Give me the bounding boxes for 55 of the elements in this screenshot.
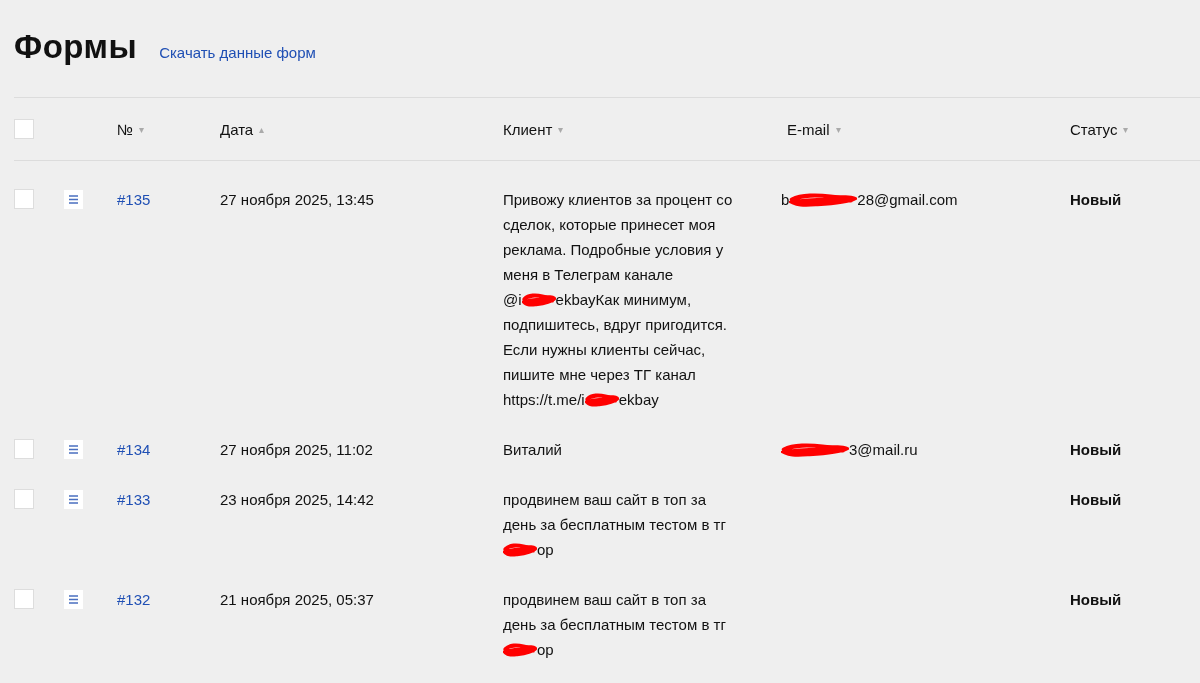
- date-text: 27 ноября 2025, 11:02: [220, 441, 373, 458]
- select-all-checkbox[interactable]: [14, 119, 34, 139]
- form-number-link[interactable]: #133: [117, 491, 151, 508]
- cell-text: 28@gmail.com: [857, 190, 958, 210]
- column-header[interactable]: E-mail: [787, 120, 830, 138]
- cell-text: продвинем ваш сайт в топ за: [503, 490, 706, 510]
- column-header[interactable]: Статус: [1070, 120, 1118, 138]
- cell-text: реклама. Подробные условия у: [503, 240, 724, 260]
- date-text: 21 ноября 2025, 05:37: [220, 591, 374, 608]
- details-icon[interactable]: [64, 490, 83, 509]
- redaction-scribble: [584, 392, 619, 407]
- date-text: 23 ноября 2025, 14:42: [220, 491, 374, 508]
- column-header[interactable]: №: [117, 120, 134, 138]
- form-number-link[interactable]: #135: [117, 191, 151, 208]
- redaction-scribble: [781, 442, 849, 457]
- cell-text: пишите мне через ТГ канал: [503, 365, 696, 385]
- cell-text: Если нужны клиенты сейчас,: [503, 340, 706, 360]
- redaction-scribble: [503, 542, 537, 557]
- redaction-scribble: [503, 642, 537, 657]
- status-text: Новый: [1070, 491, 1122, 508]
- redaction-scribble: [789, 192, 858, 207]
- details-icon[interactable]: [64, 440, 83, 459]
- cell-text: Виталий: [503, 440, 562, 460]
- cell-text: меня в Телеграм канале: [503, 265, 674, 285]
- cell-text: сделок, которые принесет моя: [503, 215, 716, 235]
- cell-text: подпишитесь, вдруг пригодится.: [503, 315, 727, 335]
- cell-text: день за бесплатным тестом в тг: [503, 615, 726, 635]
- cell-text: https://t.me/i: [503, 390, 585, 410]
- cell-text: 3@mail.ru: [849, 440, 918, 460]
- details-icon[interactable]: [64, 590, 83, 609]
- form-number-link[interactable]: #132: [117, 591, 151, 608]
- details-icon[interactable]: [64, 190, 83, 209]
- column-header[interactable]: Клиент: [503, 120, 553, 138]
- row-checkbox[interactable]: [14, 489, 34, 509]
- form-number-link[interactable]: #134: [117, 441, 151, 458]
- cell-text: ор: [537, 540, 554, 560]
- page-title: Формы: [14, 28, 138, 66]
- download-link[interactable]: Скачать данные форм: [159, 44, 316, 61]
- cell-text: ekbayКак минимум,: [555, 290, 692, 310]
- cell-text: день за бесплатным тестом в тг: [503, 515, 726, 535]
- status-text: Новый: [1070, 191, 1122, 208]
- cell-text: Привожу клиентов за процент со: [503, 190, 733, 210]
- status-text: Новый: [1070, 591, 1122, 608]
- redaction-scribble: [521, 292, 556, 307]
- status-text: Новый: [1070, 441, 1122, 458]
- row-checkbox[interactable]: [14, 439, 34, 459]
- cell-text: ор: [537, 640, 554, 660]
- cell-text: ekbay: [618, 390, 659, 410]
- cell-text: b: [781, 190, 790, 210]
- row-checkbox[interactable]: [14, 589, 34, 609]
- cell-text: продвинем ваш сайт в топ за: [503, 590, 706, 610]
- date-text: 27 ноября 2025, 13:45: [220, 191, 374, 208]
- cell-text: @i: [503, 290, 522, 310]
- row-checkbox[interactable]: [14, 189, 34, 209]
- column-header[interactable]: Дата: [220, 120, 254, 138]
